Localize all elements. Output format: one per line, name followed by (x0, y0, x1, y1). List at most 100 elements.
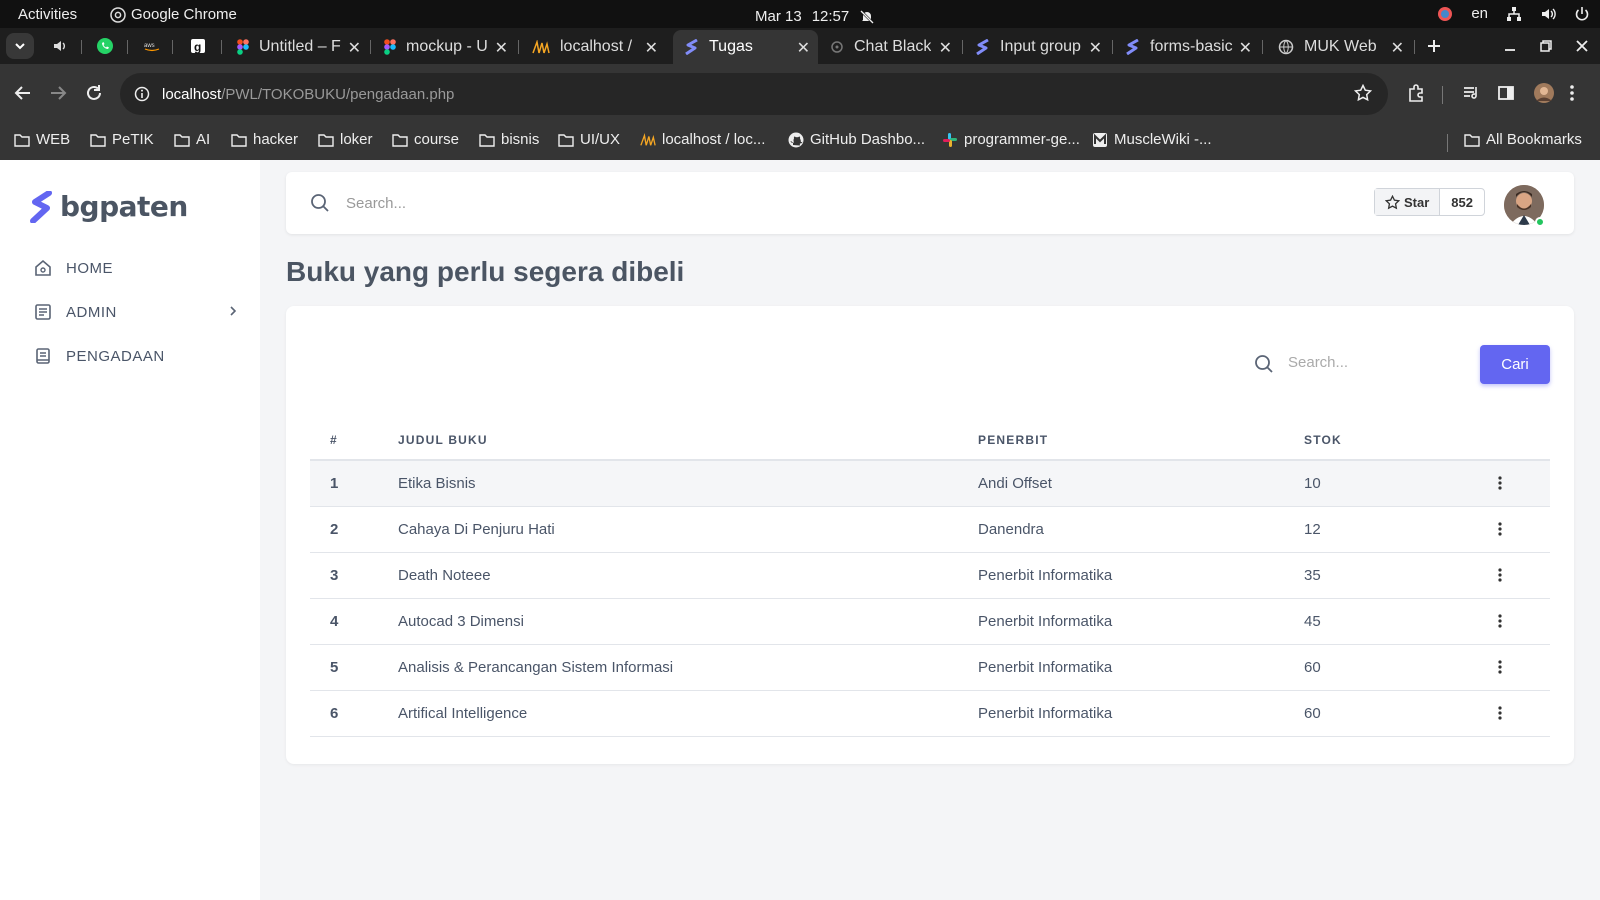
github-icon (788, 132, 804, 148)
github-star-button[interactable]: Star 852 (1374, 188, 1485, 216)
bookmark-loker[interactable]: loker (318, 131, 373, 148)
tab-chat-blackbox[interactable]: Chat Black ✕ (818, 30, 960, 64)
search-button[interactable]: Cari (1480, 345, 1550, 384)
cell-stok: 10 (1304, 460, 1450, 507)
reload-icon[interactable] (85, 84, 103, 102)
media-controls-icon[interactable] (1462, 84, 1480, 102)
cell-judul: Analisis & Perancangan Sistem Informasi (398, 644, 978, 691)
sidebar-item-admin[interactable]: ADMIN (32, 290, 238, 334)
bookmark-course[interactable]: course (392, 131, 459, 148)
system-tray[interactable]: en (1437, 5, 1590, 22)
pinned-tab-aws[interactable]: aws (134, 28, 170, 64)
os-top-bar: Activities Google Chrome Mar 13 12:57 en (0, 0, 1600, 28)
bookmark-web[interactable]: WEB (14, 131, 70, 148)
bookmark-label: loker (340, 131, 373, 148)
chevron-right-icon (228, 305, 238, 317)
close-tab-icon[interactable]: ✕ (1089, 38, 1102, 58)
tab-tugas[interactable]: Tugas ✕ (673, 30, 818, 64)
close-tab-icon[interactable]: ✕ (939, 38, 952, 58)
bookmark-star-icon[interactable] (1354, 84, 1372, 102)
bookmark-localhost[interactable]: localhost / loc... (640, 131, 765, 148)
table-row[interactable]: 1 Etika Bisnis Andi Offset 10 (310, 460, 1550, 507)
bookmark-github[interactable]: GitHub Dashbo... (788, 131, 925, 148)
folder-icon (558, 133, 574, 147)
more-options-icon[interactable] (1450, 706, 1550, 720)
close-tab-icon[interactable]: ✕ (495, 38, 508, 58)
cell-penerbit: Andi Offset (978, 460, 1304, 507)
app-menu[interactable]: Google Chrome (110, 6, 237, 23)
table-row[interactable]: 2 Cahaya Di Penjuru Hati Danendra 12 (310, 506, 1550, 553)
tab-localhost[interactable]: localhost / ✕ (520, 30, 666, 64)
tab-title: Untitled – F (259, 38, 341, 55)
tab-input-group[interactable]: Input group ✕ (964, 30, 1110, 64)
bookmark-hacker[interactable]: hacker (231, 131, 298, 148)
tab-mockup[interactable]: mockup - U ✕ (372, 30, 516, 64)
table-row[interactable]: 6 Artifical Intelligence Penerbit Inform… (310, 690, 1550, 737)
more-options-icon[interactable] (1450, 522, 1550, 536)
sidebar-menu: HOME ADMIN PENGADAAN (32, 246, 238, 378)
pinned-tab-g[interactable]: g (180, 28, 216, 64)
bookmark-label: programmer-ge... (964, 131, 1080, 148)
all-bookmarks[interactable]: All Bookmarks (1464, 131, 1582, 148)
restore-icon[interactable] (1540, 40, 1552, 52)
chrome-menu-icon[interactable] (1569, 84, 1575, 102)
globe-icon (1278, 39, 1294, 55)
close-tab-icon[interactable]: ✕ (1391, 38, 1404, 58)
extensions-icon[interactable] (1407, 84, 1425, 102)
new-tab-button[interactable] (1416, 28, 1452, 64)
language-indicator[interactable]: en (1471, 5, 1488, 22)
brand-logo[interactable]: bgpaten (30, 190, 188, 223)
sidebar-item-pengadaan[interactable]: PENGADAAN (32, 334, 238, 378)
cell-judul: Autocad 3 Dimensi (398, 598, 978, 645)
top-header: Star 852 (286, 172, 1574, 234)
activities-button[interactable]: Activities (18, 6, 77, 23)
bookmark-petik[interactable]: PeTIK (90, 131, 154, 148)
close-tab-icon[interactable]: ✕ (1239, 38, 1252, 58)
tab-forms-basic[interactable]: forms-basic ✕ (1114, 30, 1260, 64)
star-label-group: Star (1375, 189, 1441, 215)
tab-search-button[interactable] (6, 33, 34, 59)
bookmark-uiux[interactable]: UI/UX (558, 131, 620, 148)
bookmark-label: course (414, 131, 460, 148)
more-options-icon[interactable] (1450, 568, 1550, 582)
table-row[interactable]: 4 Autocad 3 Dimensi Penerbit Informatika… (310, 598, 1550, 645)
cell-stok: 12 (1304, 506, 1450, 553)
star-label: Star (1404, 194, 1430, 210)
close-tab-icon[interactable]: ✕ (348, 38, 361, 58)
side-panel-icon[interactable] (1497, 84, 1515, 102)
figma-icon (237, 39, 249, 55)
bookmark-label: localhost / loc... (662, 131, 766, 148)
table-row[interactable]: 3 Death Noteee Penerbit Informatika 35 (310, 552, 1550, 599)
search-icon (1254, 354, 1274, 374)
site-info-icon[interactable] (134, 86, 150, 102)
cell-number: 4 (310, 598, 398, 645)
cell-judul: Etika Bisnis (398, 460, 978, 507)
pinned-tab-audio[interactable] (42, 28, 78, 64)
table-row[interactable]: 5 Analisis & Perancangan Sistem Informas… (310, 644, 1550, 691)
tab-muk-web[interactable]: MUK Web ✕ (1266, 30, 1412, 64)
more-options-icon[interactable] (1450, 660, 1550, 674)
address-bar[interactable]: localhost/PWL/TOKOBUKU/pengadaan.php (120, 73, 1388, 115)
table-search-input[interactable] (1288, 348, 1458, 376)
close-tab-icon[interactable]: ✕ (645, 38, 658, 58)
header-search-input[interactable] (346, 190, 746, 216)
more-options-icon[interactable] (1450, 614, 1550, 628)
cell-number: 3 (310, 552, 398, 599)
sidebar-item-home[interactable]: HOME (32, 246, 238, 290)
more-options-icon[interactable] (1450, 476, 1550, 490)
back-icon[interactable] (14, 84, 32, 102)
forward-icon[interactable] (49, 84, 67, 102)
clock[interactable]: Mar 13 12:57 (755, 8, 875, 25)
bookmark-bisnis[interactable]: bisnis (479, 131, 539, 148)
cell-stok: 45 (1304, 598, 1450, 645)
close-window-icon[interactable] (1576, 40, 1588, 52)
minimize-icon[interactable] (1504, 40, 1516, 52)
pinned-tab-whatsapp[interactable] (87, 28, 123, 64)
close-tab-icon[interactable]: ✕ (797, 38, 810, 58)
bookmark-ai[interactable]: AI (174, 131, 210, 148)
bookmark-slack[interactable]: programmer-ge... (942, 131, 1080, 148)
tab-untitled[interactable]: Untitled – F ✕ (225, 30, 369, 64)
profile-avatar-icon[interactable] (1533, 82, 1555, 104)
tab-title: forms-basic (1150, 38, 1233, 55)
bookmark-musclewiki[interactable]: MuscleWiki -... (1092, 131, 1212, 148)
